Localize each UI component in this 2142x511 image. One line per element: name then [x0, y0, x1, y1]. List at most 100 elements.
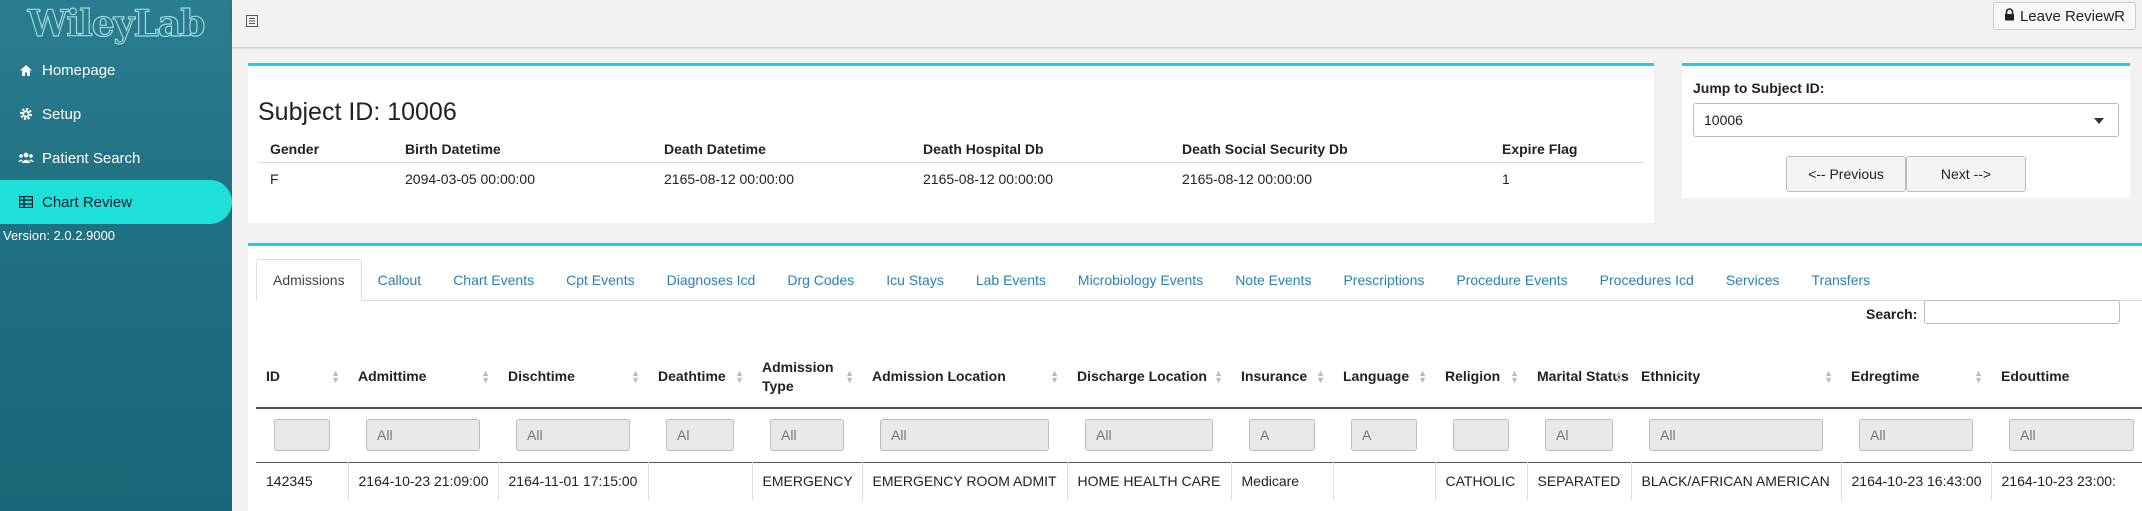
- column-filter-input[interactable]: All: [2009, 419, 2134, 452]
- table-icon: [16, 196, 36, 208]
- jump-card: Jump to Subject ID: 10006 <-- Previous N…: [1682, 63, 2130, 198]
- search-label: Search:: [1866, 306, 1918, 322]
- sidebar-item-label: Chart Review: [42, 193, 133, 211]
- column-header-label: ID: [266, 368, 280, 384]
- tab-drg-codes[interactable]: Drg Codes: [771, 259, 870, 301]
- tables-card: Admissions Callout Chart Events Cpt Even…: [248, 243, 2142, 511]
- tab-diagnoses-icd[interactable]: Diagnoses Icd: [651, 259, 772, 301]
- column-header-label: Edregtime: [1851, 368, 1920, 384]
- table-cell: CATHOLIC: [1435, 461, 1528, 500]
- sort-icon: ▲ ▼: [1418, 368, 1427, 385]
- column-filter-input[interactable]: All: [1859, 419, 1973, 452]
- tab-callout[interactable]: Callout: [362, 259, 438, 301]
- tab-admissions[interactable]: Admissions: [256, 259, 362, 301]
- subject-header: Gender: [258, 136, 393, 163]
- column-header[interactable]: Ethnicity ▲ ▼: [1631, 346, 1841, 409]
- subject-card: Subject ID: 10006 Gender Birth Datetime …: [248, 63, 1654, 223]
- column-header[interactable]: Edregtime ▲ ▼: [1841, 346, 1991, 409]
- subject-title: Subject ID: 10006: [258, 98, 457, 126]
- column-filter-input[interactable]: A: [1351, 419, 1417, 452]
- previous-button[interactable]: <-- Previous: [1786, 156, 1906, 192]
- column-header[interactable]: Deathtime ▲ ▼: [648, 346, 752, 409]
- column-header[interactable]: Admission Location ▲ ▼: [862, 346, 1067, 409]
- logo-text: WileyLab: [27, 2, 206, 45]
- subject-value: 2165-08-12 00:00:00: [923, 171, 1053, 188]
- sidebar-item-chart-review[interactable]: Chart Review: [0, 180, 232, 224]
- tab-icu-stays[interactable]: Icu Stays: [870, 259, 960, 301]
- column-header[interactable]: Admittime ▲ ▼: [348, 346, 498, 409]
- sort-icon: ▲ ▼: [1050, 368, 1059, 385]
- column-filter-input[interactable]: A: [1249, 419, 1315, 452]
- subject-value: 2165-08-12 00:00:00: [664, 171, 794, 188]
- tab-prescriptions[interactable]: Prescriptions: [1327, 259, 1440, 301]
- column-filter-input[interactable]: Al: [1545, 419, 1613, 452]
- tab-procedure-events[interactable]: Procedure Events: [1440, 259, 1583, 301]
- sort-icon: ▲ ▼: [1510, 368, 1519, 385]
- next-button[interactable]: Next -->: [1906, 156, 2026, 192]
- sidebar-item-setup[interactable]: Setup: [0, 92, 232, 136]
- subject-header: Death Datetime: [652, 136, 911, 163]
- column-header-label: Admittime: [358, 368, 427, 384]
- table-cell: 2164-10-23 16:43:00: [1841, 461, 1992, 500]
- leave-review-label: Leave ReviewR: [2019, 7, 2125, 25]
- tab-cpt-events[interactable]: Cpt Events: [550, 259, 650, 301]
- tab-transfers[interactable]: Transfers: [1796, 259, 1887, 301]
- column-header[interactable]: Marital Status ▲ ▼: [1527, 346, 1631, 409]
- column-header-label: Discharge Location: [1077, 368, 1207, 384]
- table-cell: Medicare: [1231, 461, 1334, 500]
- subject-table: Gender Birth Datetime Death Datetime Dea…: [258, 136, 1644, 196]
- column-header-label: Insurance: [1241, 368, 1308, 384]
- app-page: WileyLab Homepage Setup Patient Search C…: [0, 0, 2142, 511]
- column-filter-input[interactable]: [1453, 419, 1509, 452]
- sort-icon: ▲ ▼: [1824, 368, 1833, 385]
- sort-icon: ▲ ▼: [1614, 368, 1623, 385]
- table-cell: EMERGENCY: [752, 461, 863, 500]
- column-filter-input[interactable]: All: [366, 419, 480, 452]
- search-input[interactable]: [1924, 300, 2120, 324]
- table-row[interactable]: 142345 2164-10-23 21:09:00 2164-11-01 17…: [256, 461, 2142, 500]
- sidebar-item-homepage[interactable]: Homepage: [0, 48, 232, 92]
- sidebar-toggle-icon[interactable]: [246, 14, 260, 28]
- tab-note-events[interactable]: Note Events: [1219, 259, 1327, 301]
- subject-id-select[interactable]: 10006: [1693, 103, 2119, 137]
- column-filter-input[interactable]: All: [1085, 419, 1213, 452]
- sidebar-item-label: Setup: [42, 105, 82, 123]
- subject-header: Expire Flag: [1490, 136, 1644, 163]
- column-filter-input[interactable]: All: [1649, 419, 1823, 452]
- column-header[interactable]: Discharge Location ▲ ▼: [1067, 346, 1231, 409]
- tab-lab-events[interactable]: Lab Events: [960, 259, 1062, 301]
- sort-icon: ▲ ▼: [331, 368, 340, 385]
- table-cell: HOME HEALTH CARE: [1067, 461, 1232, 500]
- column-filter-input[interactable]: All: [516, 419, 630, 452]
- column-header[interactable]: Religion ▲ ▼: [1435, 346, 1527, 409]
- column-filter-input[interactable]: Al: [666, 419, 734, 452]
- table-cell: SEPARATED: [1527, 461, 1632, 500]
- subject-header: Death Hospital Db: [911, 136, 1170, 163]
- filter-row: All All Al All All All A A Al All All Al…: [256, 408, 2142, 462]
- home-icon: [16, 64, 36, 77]
- column-filter-input[interactable]: All: [770, 419, 844, 452]
- subject-header: Death Social Security Db: [1170, 136, 1490, 163]
- sidebar-item-patient-search[interactable]: Patient Search: [0, 136, 232, 180]
- tab-procedures-icd[interactable]: Procedures Icd: [1584, 259, 1710, 301]
- column-header[interactable]: Language ▲ ▼: [1333, 346, 1435, 409]
- column-header[interactable]: Insurance ▲ ▼: [1231, 346, 1333, 409]
- column-header-label: Admission Location: [872, 368, 1006, 384]
- subject-value: 2094-03-05 00:00:00: [405, 171, 535, 188]
- admissions-table: ID ▲ ▼ Admittime ▲ ▼ Dischtime ▲ ▼ Deathtime ▲ ▼…: [256, 346, 2142, 500]
- tab-chart-events[interactable]: Chart Events: [437, 259, 550, 301]
- sidebar-item-label: Patient Search: [42, 149, 141, 167]
- column-filter-input[interactable]: [274, 419, 330, 452]
- leave-review-button[interactable]: Leave ReviewR: [1992, 2, 2136, 30]
- tab-microbiology-events[interactable]: Microbiology Events: [1062, 259, 1219, 301]
- column-header[interactable]: Dischtime ▲ ▼: [498, 346, 648, 409]
- column-header-label: Ethnicity: [1641, 368, 1701, 384]
- column-header[interactable]: Edouttime: [1991, 346, 2142, 409]
- tab-services[interactable]: Services: [1710, 259, 1796, 301]
- subject-value: 1: [1502, 171, 1510, 188]
- column-header[interactable]: Admission Type ▲ ▼: [752, 346, 862, 409]
- subject-header: Birth Datetime: [393, 136, 652, 163]
- column-header[interactable]: ID ▲ ▼: [256, 346, 348, 409]
- sort-icon: ▲ ▼: [1214, 368, 1223, 385]
- column-filter-input[interactable]: All: [880, 419, 1049, 452]
